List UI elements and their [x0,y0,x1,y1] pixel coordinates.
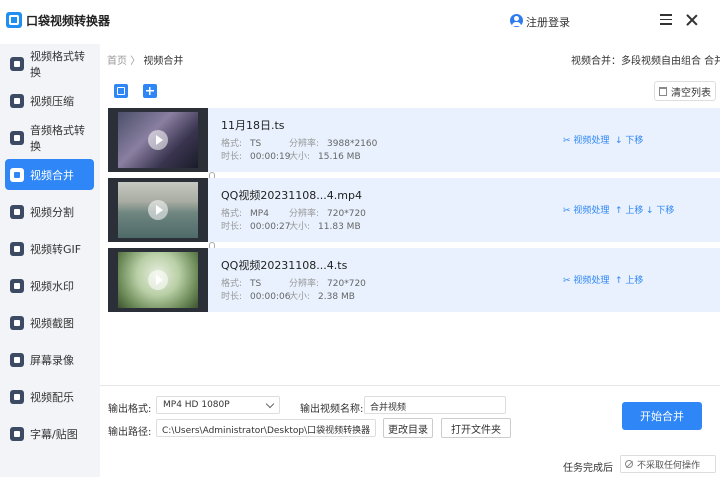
sidebar-item-label: 视频压缩 [30,94,74,108]
app-logo-icon [6,12,22,28]
sidebar-item-watermark[interactable]: 视频水印 [5,270,94,301]
move-up-button[interactable]: ↑ 上移 [615,203,643,216]
sidebar-item-label: 视频合并 [30,168,74,182]
file-duration: 时长: 00:00:27 [221,222,291,232]
merge-icon [10,167,24,182]
sidebar-item-label: 视频分割 [30,205,74,219]
video-thumbnail [108,108,208,172]
move-down-button[interactable]: ↓ 下移 [615,133,643,146]
close-icon[interactable] [684,12,700,28]
menu-icon[interactable] [660,14,674,26]
change-dir-button[interactable]: 更改目录 [383,418,433,438]
file-name: QQ视频20231108...4.ts [221,259,348,272]
sidebar-item-video-convert[interactable]: 视频格式转换 [5,48,94,79]
file-row[interactable]: QQ视频20231108...4.mp4 格式: MP4 分辨率: 720*720 … [108,178,720,242]
file-duration: 时长: 00:00:19 [221,152,291,162]
watermark-icon [10,278,24,293]
output-path-label: 输出路径: [108,427,152,438]
sidebar-item-label: 视频转GIF [30,242,82,256]
process-button[interactable]: ✂ 视频处理 [563,203,609,216]
split-icon [10,204,24,219]
record-icon [10,352,24,367]
file-format: 格式: MP4 [221,209,269,219]
sidebar-item-label: 视频水印 [30,279,74,293]
add-folder-icon[interactable] [143,84,157,98]
sidebar-item-record[interactable]: 屏幕录像 [5,344,94,375]
move-up-button[interactable]: ↑ 上移 [615,273,643,286]
sidebar-item-label: 视频格式转换 [30,49,85,79]
video-thumbnail [108,178,208,242]
sidebar-item-label: 音频格式转换 [30,123,85,153]
output-name-input[interactable]: 合并视频 [364,396,506,414]
app-title: 口袋视频转换器 [26,14,111,28]
page-hint: 视频合并：多段视频自由组合 合并成一段 [571,56,720,67]
output-settings: 输出格式: MP4 HD 1080P 输出视频名称: 合并视频 输出路径: C:… [100,385,720,477]
sidebar: 视频格式转换 视频压缩 音频格式转换 视频合并 视频分割 视频转GIF 视频水印… [0,44,100,477]
audio-convert-icon [10,130,24,145]
login-link[interactable]: 注册登录 [526,14,570,30]
file-resolution: 分辨率: 720*720 [289,209,366,219]
add-video-icon[interactable] [114,84,128,98]
output-format-select[interactable]: MP4 HD 1080P [156,396,280,414]
breadcrumb-separator: 〉 [130,56,141,67]
title-bar: 口袋视频转换器 注册登录 [0,0,720,44]
sidebar-item-split[interactable]: 视频分割 [5,196,94,227]
play-icon[interactable] [148,270,168,290]
sidebar-item-label: 字幕/贴图 [30,427,78,441]
music-icon [10,389,24,404]
on-complete-label: 任务完成后 [563,463,613,474]
breadcrumb-home[interactable]: 首页 [107,56,127,67]
play-icon[interactable] [148,200,168,220]
file-resolution: 分辨率: 720*720 [289,279,366,289]
video-thumbnail [108,248,208,312]
chevron-down-icon [265,399,275,409]
sidebar-item-label: 视频截图 [30,316,74,330]
move-down-button[interactable]: ↓ 下移 [646,203,674,216]
user-icon[interactable] [510,14,523,27]
file-format: 格式: TS [221,279,262,289]
file-size: 大小: 2.38 MB [289,292,355,302]
output-name-label: 输出视频名称: [300,404,364,415]
process-button[interactable]: ✂ 视频处理 [563,133,609,146]
breadcrumb-current: 视频合并 [143,56,184,67]
process-button[interactable]: ✂ 视频处理 [563,273,609,286]
trash-icon [659,86,667,96]
ban-icon [625,460,633,468]
open-folder-button[interactable]: 打开文件夹 [441,418,511,438]
file-size: 大小: 15.16 MB [289,152,361,162]
sidebar-item-label: 视频配乐 [30,390,74,404]
sidebar-item-label: 屏幕录像 [30,353,74,367]
sidebar-item-audio-convert[interactable]: 音频格式转换 [5,122,94,153]
file-size: 大小: 11.83 MB [289,222,361,232]
gif-icon [10,241,24,256]
file-name: 11月18日.ts [221,119,285,132]
subtitle-icon [10,426,24,441]
sidebar-item-subtitle[interactable]: 字幕/贴图 [5,418,94,449]
breadcrumb: 首页 〉 视频合并 [107,52,183,67]
sidebar-item-gif[interactable]: 视频转GIF [5,233,94,264]
compress-icon [10,93,24,108]
sidebar-item-music[interactable]: 视频配乐 [5,381,94,412]
clear-list-button[interactable]: 清空列表 [654,81,716,101]
sidebar-item-screenshot[interactable]: 视频截图 [5,307,94,338]
file-name: QQ视频20231108...4.mp4 [221,189,362,202]
output-path-input[interactable]: C:\Users\Administrator\Desktop\口袋视频转换器 [156,419,376,437]
file-row[interactable]: 11月18日.ts 格式: TS 分辨率: 3988*2160 时长: 00:00:1… [108,108,720,172]
file-format: 格式: TS [221,139,262,149]
output-format-label: 输出格式: [108,404,152,415]
file-duration: 时长: 00:00:06 [221,292,291,302]
screenshot-icon [10,315,24,330]
on-complete-select[interactable]: 不采取任何操作 [620,455,716,473]
file-row[interactable]: QQ视频20231108...4.ts 格式: TS 分辨率: 720*720 时长… [108,248,720,312]
video-convert-icon [10,56,24,71]
sidebar-item-compress[interactable]: 视频压缩 [5,85,94,116]
sidebar-item-merge[interactable]: 视频合并 [5,159,94,190]
file-resolution: 分辨率: 3988*2160 [289,139,378,149]
play-icon[interactable] [148,130,168,150]
start-merge-button[interactable]: 开始合并 [622,402,702,430]
clear-list-label: 清空列表 [671,87,711,99]
